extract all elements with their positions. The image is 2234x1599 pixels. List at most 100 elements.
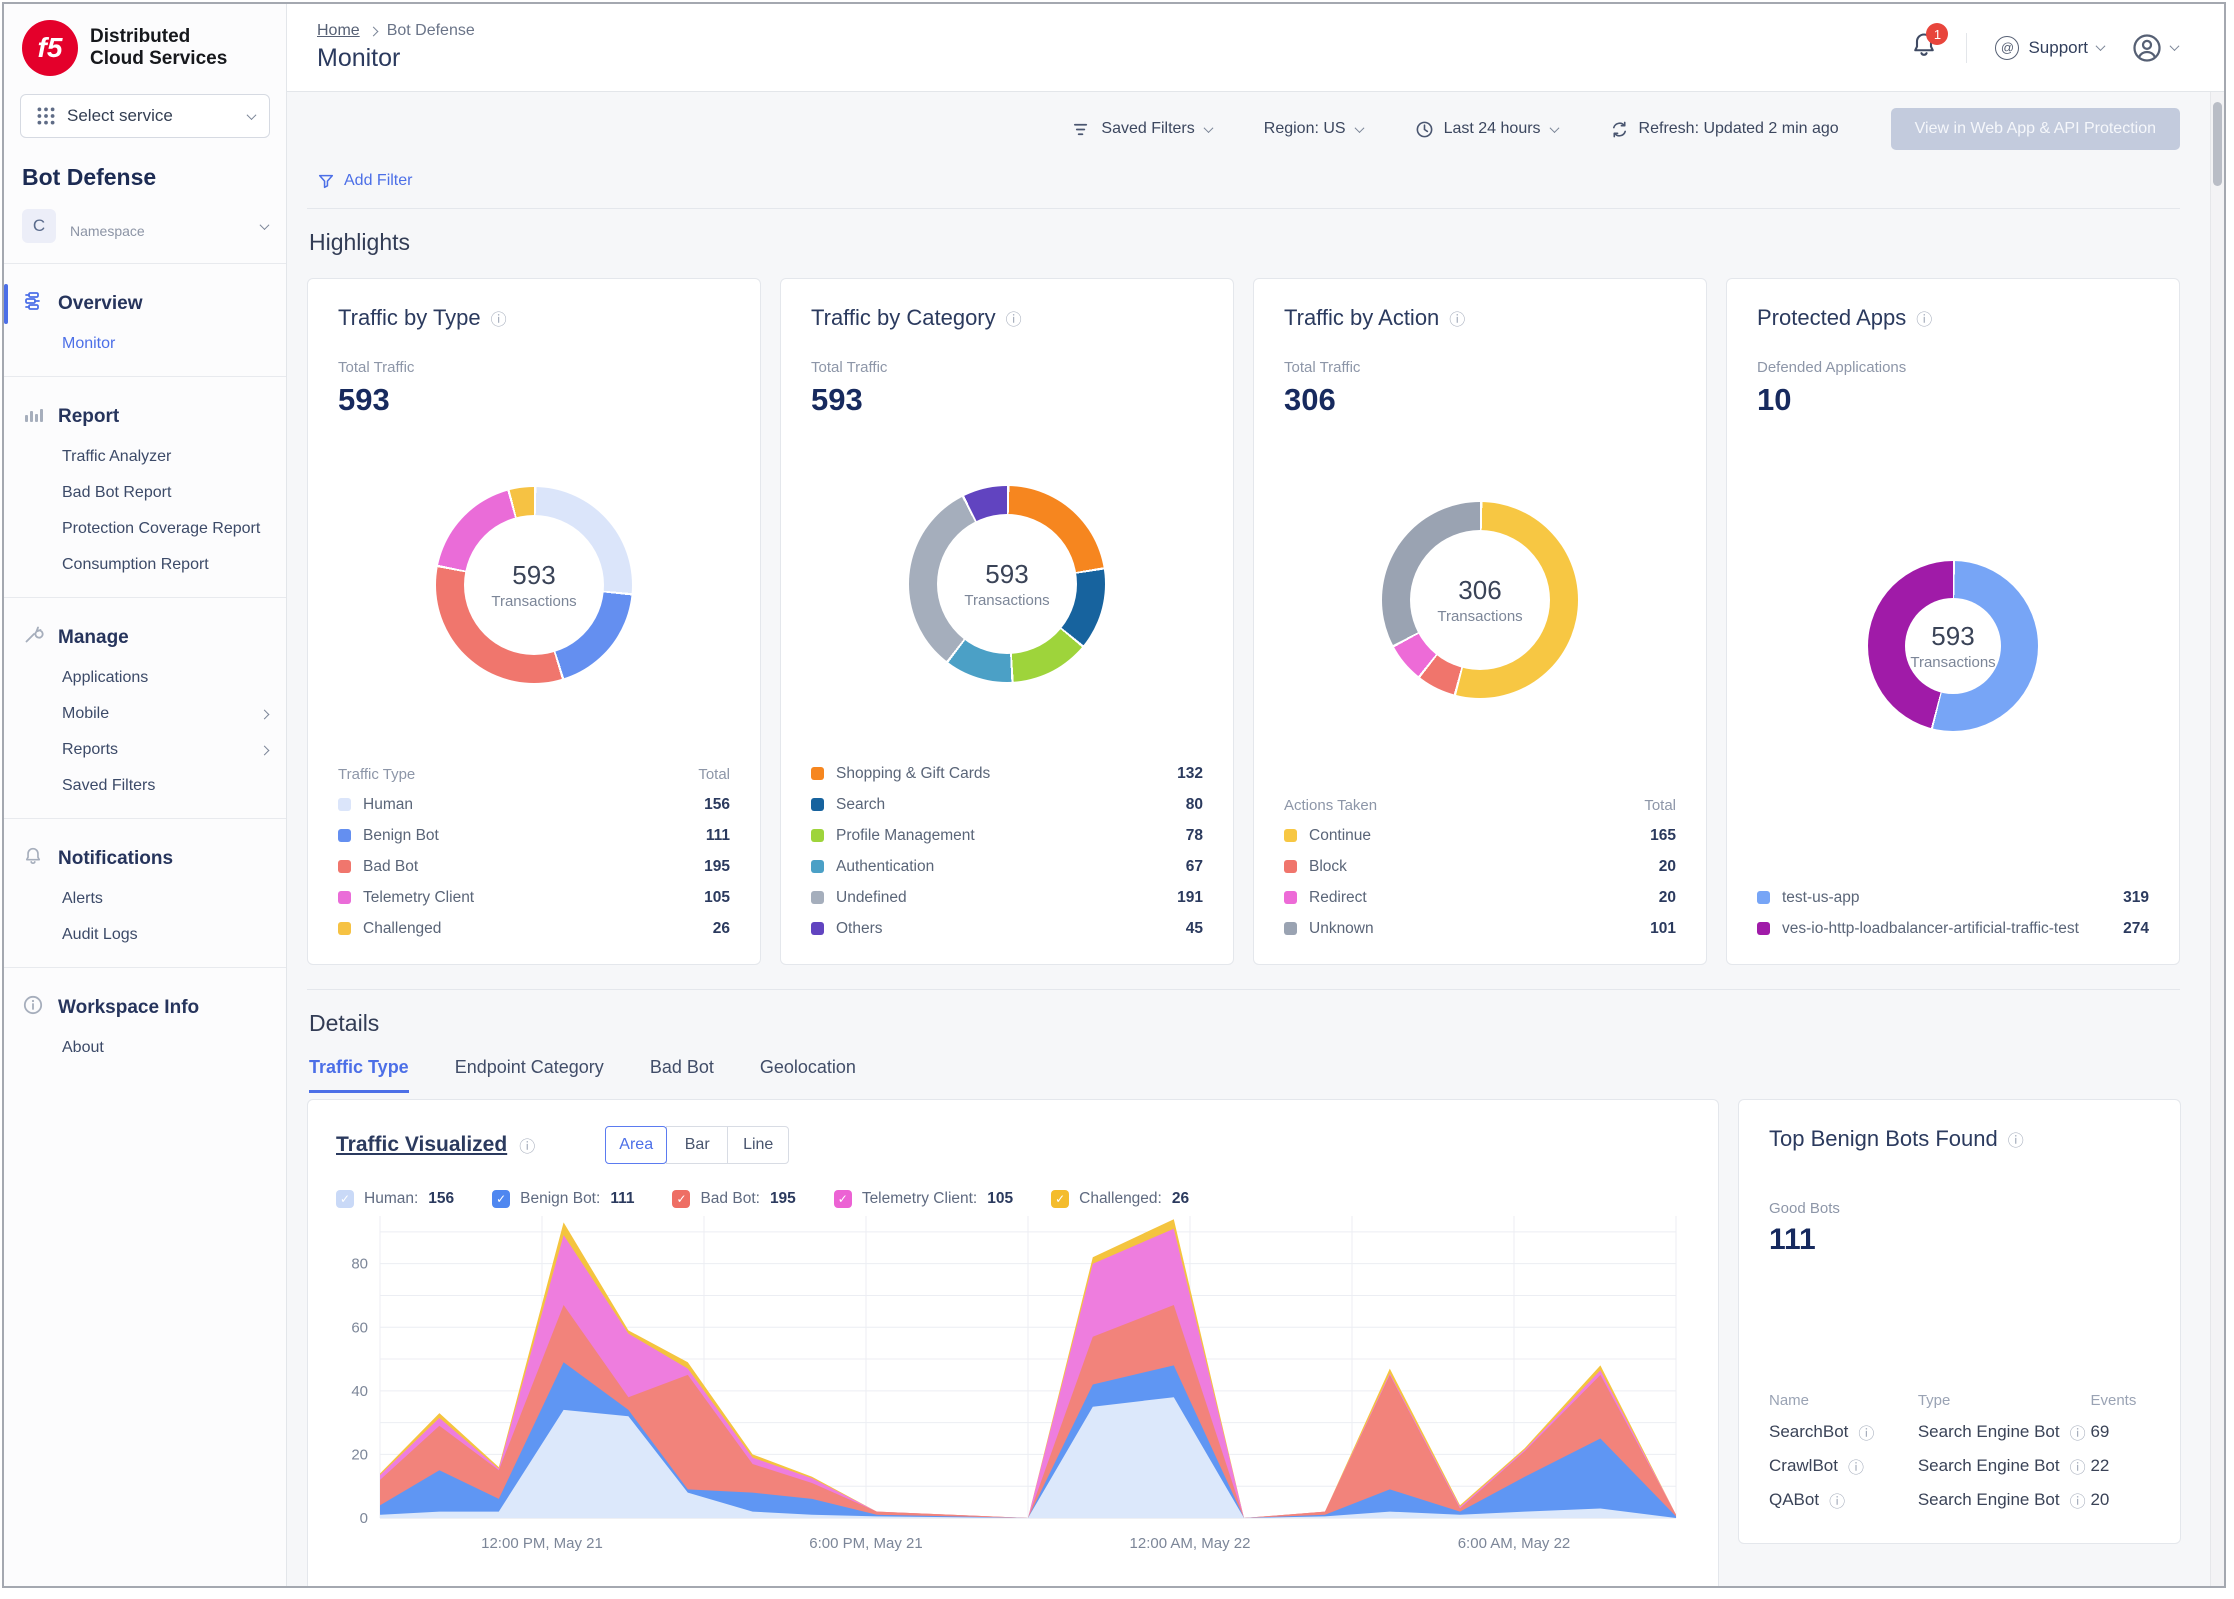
- legend-row: Undefined191: [811, 882, 1203, 913]
- traffic-visualized-title[interactable]: Traffic Visualized: [336, 1133, 507, 1157]
- brand-line2: Cloud Services: [90, 48, 227, 70]
- sidebar-item-mobile[interactable]: Mobile: [4, 696, 286, 732]
- refresh-icon: [1610, 120, 1629, 139]
- checkbox-icon: ✓: [834, 1190, 852, 1208]
- sidebar-group-manage: ManageApplicationsMobileReportsSaved Fil…: [4, 598, 286, 819]
- info-icon[interactable]: ⓘ: [491, 306, 507, 330]
- series-checkbox-human[interactable]: ✓Human: 156: [336, 1190, 454, 1208]
- tab-bad-bot[interactable]: Bad Bot: [650, 1057, 714, 1093]
- sidebar-item-protection-coverage-report[interactable]: Protection Coverage Report: [4, 511, 286, 547]
- legend-label: Continue: [1309, 827, 1371, 845]
- tab-traffic-type[interactable]: Traffic Type: [309, 1057, 409, 1093]
- checkbox-count: 156: [428, 1190, 454, 1208]
- info-icon[interactable]: ⓘ: [2070, 1488, 2086, 1512]
- metric-value: 10: [1757, 382, 2149, 418]
- sidebar-heading-workspace-info[interactable]: Workspace Info: [4, 986, 286, 1030]
- info-icon[interactable]: ⓘ: [2008, 1127, 2024, 1151]
- tab-geolocation[interactable]: Geolocation: [760, 1057, 856, 1093]
- traffic-area-chart: 02040608012:00 PM, May 216:00 PM, May 21…: [336, 1208, 1690, 1560]
- donut-chart[interactable]: 593Transactions: [909, 486, 1105, 682]
- sidebar-item-monitor[interactable]: Monitor: [4, 326, 286, 362]
- namespace-selector[interactable]: C Namespace: [4, 201, 286, 264]
- sidebar-item-consumption-report[interactable]: Consumption Report: [4, 547, 286, 583]
- metric-label: Total Traffic: [811, 359, 1203, 376]
- sidebar-item-saved-filters[interactable]: Saved Filters: [4, 768, 286, 804]
- refresh-button[interactable]: Refresh: Updated 2 min ago: [1610, 120, 1839, 139]
- info-icon[interactable]: ⓘ: [2070, 1420, 2086, 1444]
- breadcrumb-home-link[interactable]: Home: [317, 22, 360, 40]
- bot-type: Search Engine Botⓘ: [1918, 1420, 2091, 1444]
- sidebar-heading-notifications[interactable]: Notifications: [4, 837, 286, 881]
- card-traffic-by-category: Traffic by CategoryⓘTotal Traffic593593T…: [780, 278, 1234, 965]
- series-checkbox-challenged[interactable]: ✓Challenged: 26: [1051, 1190, 1189, 1208]
- sidebar-item-bad-bot-report[interactable]: Bad Bot Report: [4, 475, 286, 511]
- tab-endpoint-category[interactable]: Endpoint Category: [455, 1057, 604, 1093]
- info-icon[interactable]: ⓘ: [1858, 1420, 1874, 1444]
- legend: Traffic TypeTotalHuman156Benign Bot111Ba…: [338, 759, 730, 944]
- legend-header: Actions TakenTotal: [1284, 790, 1676, 820]
- info-icon[interactable]: ⓘ: [1916, 306, 1932, 330]
- account-menu[interactable]: [2132, 33, 2178, 63]
- card-title-row: Traffic by Typeⓘ: [338, 305, 730, 331]
- legend: Actions TakenTotalContinue165Block20Redi…: [1284, 790, 1676, 944]
- info-icon[interactable]: ⓘ: [1006, 306, 1022, 330]
- breadcrumb: Home Bot Defense: [317, 22, 475, 40]
- mode-button-bar[interactable]: Bar: [666, 1126, 728, 1164]
- series-checkbox-bad-bot[interactable]: ✓Bad Bot: 195: [672, 1190, 795, 1208]
- highlight-cards: Traffic by TypeⓘTotal Traffic593593Trans…: [307, 278, 2180, 965]
- mode-button-line[interactable]: Line: [727, 1126, 789, 1164]
- bot-name-text: SearchBot: [1769, 1422, 1848, 1442]
- legend-swatch: [338, 829, 351, 842]
- sidebar-heading-label: Report: [58, 406, 119, 428]
- good-bots-value: 111: [1769, 1223, 2150, 1257]
- region-dropdown[interactable]: Region: US: [1264, 120, 1363, 138]
- user-avatar-icon: [2132, 33, 2162, 63]
- chevron-down-icon: [1549, 123, 1559, 133]
- donut-chart[interactable]: 306Transactions: [1382, 502, 1578, 698]
- view-waap-button[interactable]: View in Web App & API Protection: [1891, 108, 2180, 150]
- legend-value: 191: [1177, 889, 1203, 907]
- legend-label: test-us-app: [1782, 889, 1860, 907]
- checkbox-label: Challenged:: [1079, 1190, 1162, 1208]
- notifications-button[interactable]: 1: [1910, 31, 1938, 64]
- card-title-row: Protected Appsⓘ: [1757, 305, 2149, 331]
- select-service-dropdown[interactable]: Select service: [20, 94, 270, 138]
- donut-center: 306Transactions: [1410, 530, 1550, 670]
- sidebar-heading-overview[interactable]: Overview: [4, 282, 286, 326]
- sidebar-item-about[interactable]: About: [4, 1030, 286, 1066]
- donut-zone: 593Transactions: [338, 418, 730, 751]
- card-protected-apps: Protected AppsⓘDefended Applications1059…: [1726, 278, 2180, 965]
- support-menu[interactable]: @ Support: [1995, 36, 2104, 60]
- clock-icon: [1415, 120, 1434, 139]
- add-filter-button[interactable]: Add Filter: [317, 172, 2180, 190]
- bot-type: Search Engine Botⓘ: [1918, 1454, 2091, 1478]
- support-icon: @: [1995, 36, 2019, 60]
- donut-chart[interactable]: 593Transactions: [1868, 561, 2038, 731]
- info-icon[interactable]: ⓘ: [1848, 1454, 1864, 1478]
- sidebar-item-audit-logs[interactable]: Audit Logs: [4, 917, 286, 953]
- breadcrumb-current: Bot Defense: [387, 22, 475, 40]
- sidebar-item-applications[interactable]: Applications: [4, 660, 286, 696]
- sidebar-item-traffic-analyzer[interactable]: Traffic Analyzer: [4, 439, 286, 475]
- sidebar-heading-report[interactable]: Report: [4, 395, 286, 439]
- legend-header-total: Total: [698, 766, 730, 783]
- traffic-visualized-panel: Traffic Visualized ⓘ AreaBarLine ✓Human:…: [307, 1099, 1719, 1586]
- info-icon[interactable]: ⓘ: [519, 1133, 535, 1157]
- svg-text:80: 80: [351, 1256, 368, 1273]
- scrollbar-thumb[interactable]: [2213, 102, 2222, 186]
- legend-swatch: [811, 829, 824, 842]
- series-checkbox-benign-bot[interactable]: ✓Benign Bot: 111: [492, 1190, 634, 1208]
- info-icon[interactable]: ⓘ: [1829, 1488, 1845, 1512]
- time-range-dropdown[interactable]: Last 24 hours: [1415, 120, 1558, 139]
- sidebar-item-alerts[interactable]: Alerts: [4, 881, 286, 917]
- series-checkbox-telemetry-client[interactable]: ✓Telemetry Client: 105: [834, 1190, 1013, 1208]
- sidebar-heading-manage[interactable]: Manage: [4, 616, 286, 660]
- mode-button-area[interactable]: Area: [605, 1126, 667, 1164]
- info-icon[interactable]: ⓘ: [1449, 306, 1465, 330]
- sidebar-item-reports[interactable]: Reports: [4, 732, 286, 768]
- legend-row: Others45: [811, 913, 1203, 944]
- saved-filters-dropdown[interactable]: Saved Filters: [1072, 120, 1211, 139]
- info-icon[interactable]: ⓘ: [2070, 1454, 2086, 1478]
- legend-swatch: [1284, 860, 1297, 873]
- donut-chart[interactable]: 593Transactions: [436, 487, 632, 683]
